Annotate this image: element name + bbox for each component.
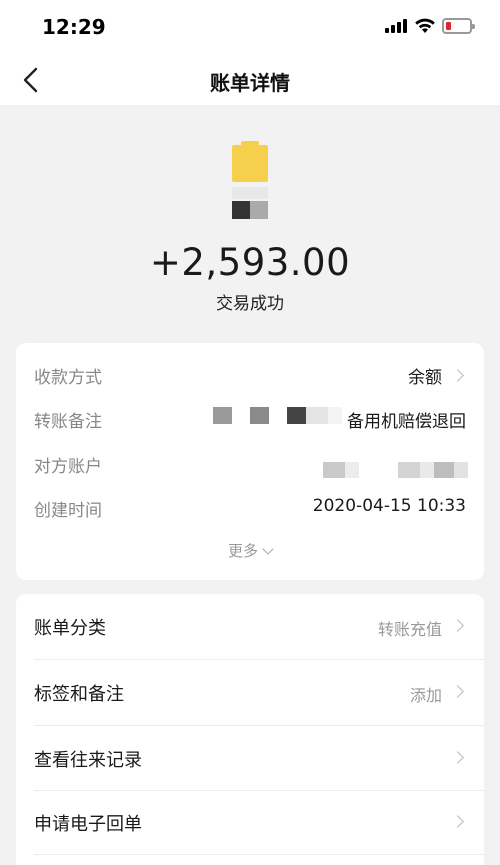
chevron-down-icon [262,543,274,555]
redacted-block [287,407,306,424]
history-label: 查看往来记录 [34,750,142,771]
chevron-right-icon [451,815,464,828]
wifi-icon [415,18,435,33]
status-bar: 12:29 [0,0,500,55]
transaction-hero: +2,593.00 交易成功 [0,105,500,340]
more-label: 更多 [227,542,258,560]
divider [34,854,484,855]
created-time-value: 2020-04-15 10:33 [312,496,466,516]
bill-category-row[interactable]: 账单分类 转账充值 [16,594,484,659]
payment-method-row[interactable]: 收款方式 余额 [16,361,484,389]
redacted-block [250,407,269,424]
note-label: 转账备注 [34,412,102,432]
tags-notes-row[interactable]: 标签和备注 添加 [16,660,484,725]
chevron-right-icon [451,369,464,382]
battery-icon [442,18,475,34]
chevron-right-icon [451,685,464,698]
redacted-block [306,407,328,424]
more-toggle[interactable]: 更多 [16,540,484,561]
transaction-amount: +2,593.00 [149,241,351,284]
details-card: 收款方式 余额 转账备注 备用机赔偿退回 对方账户 创建时间 2020-04-1… [16,343,484,580]
note-row: 转账备注 备用机赔偿退回 [16,405,484,433]
history-row[interactable]: 查看往来记录 [16,726,484,791]
status-time: 12:29 [42,15,106,39]
redacted-block [454,462,468,478]
bill-category-label: 账单分类 [34,618,106,639]
payment-method-label: 收款方式 [34,368,102,388]
nav-bar: 账单详情 [0,55,500,105]
redacted-block [213,407,232,424]
redacted-block [323,462,345,478]
redacted-block [328,407,342,424]
actions-card: 账单分类 转账充值 标签和备注 添加 查看往来记录 申请电子回单 [16,594,484,865]
redacted-block [345,462,359,478]
counterparty-row: 对方账户 [16,450,484,478]
e-receipt-label: 申请电子回单 [34,814,142,835]
e-receipt-row[interactable]: 申请电子回单 [16,790,484,855]
bill-category-value: 转账充值 [377,620,442,639]
tags-notes-value: 添加 [409,686,442,705]
redacted-block [398,462,420,478]
created-time-label: 创建时间 [34,501,102,521]
page-title: 账单详情 [210,71,290,95]
avatar [229,141,271,223]
counterparty-label: 对方账户 [34,457,102,477]
chevron-right-icon [451,751,464,764]
redacted-block [420,462,434,478]
note-value: 备用机赔偿退回 [347,412,466,432]
tags-notes-label: 标签和备注 [34,684,124,705]
signal-icon [385,19,409,33]
chevron-right-icon [451,619,464,632]
redacted-block [434,462,454,478]
payment-method-value: 余额 [408,368,442,388]
transaction-status: 交易成功 [216,294,284,314]
created-time-row: 创建时间 2020-04-15 10:33 [16,494,484,522]
